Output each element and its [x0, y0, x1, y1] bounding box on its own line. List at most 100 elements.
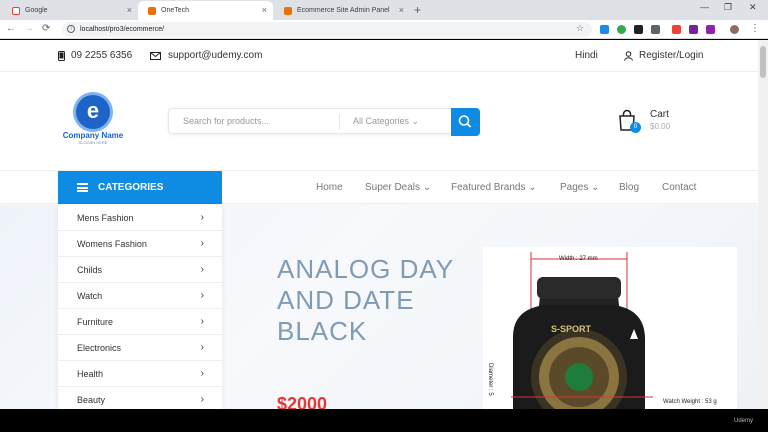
sidebar-item-label: Womens Fashion — [77, 239, 147, 249]
new-tab-button[interactable]: + — [414, 3, 421, 17]
width-label: Width : 27 mm — [559, 256, 598, 262]
sidebar-item-mens-fashion[interactable]: Mens Fashion › — [58, 205, 222, 231]
sidebar-item-watch[interactable]: Watch › — [58, 283, 222, 309]
search-divider — [339, 114, 340, 130]
chevron-right-icon: › — [200, 394, 204, 405]
extension-icon[interactable] — [600, 25, 609, 34]
header: e Company Name SLOGAN HERE Search for pr… — [0, 73, 758, 171]
address-bar: ← → ⟳ i localhost/pro3/ecommerce/ ☆ ⋮ — [0, 20, 768, 39]
page-scrollbar[interactable] — [758, 40, 768, 409]
menu-dots-icon[interactable]: ⋮ — [750, 23, 760, 34]
nav-pages-label: Pages — [560, 182, 589, 193]
back-button[interactable]: ← — [6, 23, 16, 34]
category-dropdown[interactable]: All Categories ⌄ — [353, 116, 419, 127]
hero-title: ANALOG DAY AND DATE BLACK — [277, 254, 454, 346]
camera-icon[interactable] — [651, 25, 660, 34]
sidebar-item-label: Health — [77, 369, 104, 379]
url-field[interactable]: i localhost/pro3/ecommerce/ — [62, 22, 592, 37]
nav-contact[interactable]: Contact — [662, 182, 696, 193]
chevron-right-icon: › — [200, 368, 204, 379]
tab-admin-panel[interactable]: Ecommerce Site Admin Panel × — [274, 1, 410, 20]
sidebar-item-label: Watch — [77, 291, 103, 301]
weight-label: Watch Weight : 53 g — [663, 399, 717, 405]
phone-number: 09 2255 6356 — [71, 50, 133, 61]
hero-price: $2000 — [277, 394, 328, 409]
info-icon[interactable]: i — [67, 25, 75, 33]
sidebar-item-label: Furniture — [77, 317, 114, 327]
sidebar-item-childs[interactable]: Childs › — [58, 257, 222, 283]
bookmark-star-icon[interactable]: ☆ — [576, 23, 584, 34]
search-form: Search for products... All Categories ⌄ — [168, 108, 480, 136]
sidebar-item-furniture[interactable]: Furniture › — [58, 309, 222, 335]
category-dropdown-label: All Categories — [353, 116, 410, 126]
nav-blog[interactable]: Blog — [619, 182, 639, 193]
logo-mark: e — [76, 95, 110, 129]
extension-icon[interactable] — [706, 25, 715, 34]
language-label: Hindi — [575, 50, 598, 61]
chevron-right-icon: › — [200, 212, 204, 223]
category-sidebar: Mens Fashion › Womens Fashion › Childs › Wa… — [58, 205, 222, 409]
extension-icon[interactable] — [689, 25, 698, 34]
extension-icon[interactable] — [672, 25, 681, 34]
close-icon[interactable]: × — [127, 6, 132, 15]
cart-widget[interactable]: 0 Cart $0.00 — [618, 109, 670, 136]
email-link[interactable]: support@udemy.com — [168, 50, 262, 61]
udemy-watermark: Udemy — [734, 418, 754, 424]
sidebar-item-electronics[interactable]: Electronics › — [58, 335, 222, 361]
chevron-right-icon: › — [200, 264, 204, 275]
sidebar-item-health[interactable]: Health › — [58, 361, 222, 387]
maximize-button[interactable]: ❐ — [724, 2, 732, 13]
product-image: Width : 27 mm S-SPORT Watch Weight : 53 … — [483, 247, 737, 409]
site-icon — [284, 6, 292, 15]
extension-icon[interactable] — [634, 25, 643, 34]
chevron-right-icon: › — [200, 316, 204, 327]
chevron-down-icon: ⌄ — [528, 182, 537, 193]
sidebar-item-beauty[interactable]: Beauty › — [58, 387, 222, 409]
phone-contact: 09 2255 6356 — [58, 50, 132, 61]
close-window-button[interactable]: ✕ — [749, 2, 757, 13]
search-input[interactable]: Search for products... — [183, 116, 269, 126]
cart-count-badge: 0 — [630, 122, 641, 133]
chevron-down-icon: ⌄ — [411, 116, 420, 126]
url-text: localhost/pro3/ecommerce/ — [80, 26, 165, 33]
register-login-link: Register/Login — [639, 50, 704, 61]
sidebar-item-label: Mens Fashion — [77, 213, 134, 223]
sidebar-item-label: Electronics — [77, 343, 122, 353]
nav-pages[interactable]: Pages ⌄ — [560, 182, 600, 193]
account-link[interactable]: Register/Login — [624, 50, 703, 61]
video-bottom-bar — [0, 409, 768, 432]
chevron-down-icon: ⌄ — [422, 182, 432, 193]
chevron-right-icon: › — [200, 290, 204, 301]
language-selector[interactable]: Hindi — [575, 50, 598, 61]
tab-onetech[interactable]: OneTech × — [138, 1, 273, 20]
categories-button[interactable]: CATEGORIES — [58, 171, 222, 204]
mail-icon — [150, 51, 161, 60]
close-icon[interactable]: × — [262, 6, 267, 15]
nav-home[interactable]: Home — [316, 182, 343, 193]
company-name: Company Name — [62, 131, 124, 140]
nav-featured-brands[interactable]: Featured Brands ⌄ — [451, 182, 537, 193]
sidebar-item-label: Beauty — [77, 395, 106, 405]
reload-button[interactable]: ⟳ — [42, 23, 50, 34]
watch-illustration: Width : 27 mm S-SPORT Watch Weight : 53 … — [487, 252, 717, 409]
diameter-label: Diameter : 5 — [487, 363, 493, 396]
sidebar-item-womens-fashion[interactable]: Womens Fashion › — [58, 231, 222, 257]
close-icon[interactable]: × — [399, 6, 404, 15]
nav-super-deals[interactable]: Super Deals ⌄ — [365, 182, 431, 193]
forward-button[interactable]: → — [24, 23, 34, 34]
email-contact: support@udemy.com — [150, 50, 262, 61]
company-logo[interactable]: e Company Name SLOGAN HERE — [58, 95, 128, 145]
mouse-cursor — [630, 329, 638, 339]
tab-google[interactable]: Google × — [2, 1, 138, 20]
tab-title: Google — [25, 7, 48, 14]
hamburger-icon — [77, 183, 88, 192]
top-bar: 09 2255 6356 support@udemy.com Hindi Reg… — [0, 40, 758, 72]
scrollbar-thumb[interactable] — [760, 46, 766, 78]
extension-icon[interactable] — [617, 25, 626, 34]
search-button[interactable] — [451, 108, 480, 136]
profile-avatar[interactable] — [730, 25, 739, 34]
minimize-button[interactable]: — — [700, 2, 709, 12]
search-icon — [458, 115, 472, 128]
nav-featured-brands-label: Featured Brands — [451, 182, 526, 193]
page-viewport: 09 2255 6356 support@udemy.com Hindi Reg… — [0, 40, 758, 409]
